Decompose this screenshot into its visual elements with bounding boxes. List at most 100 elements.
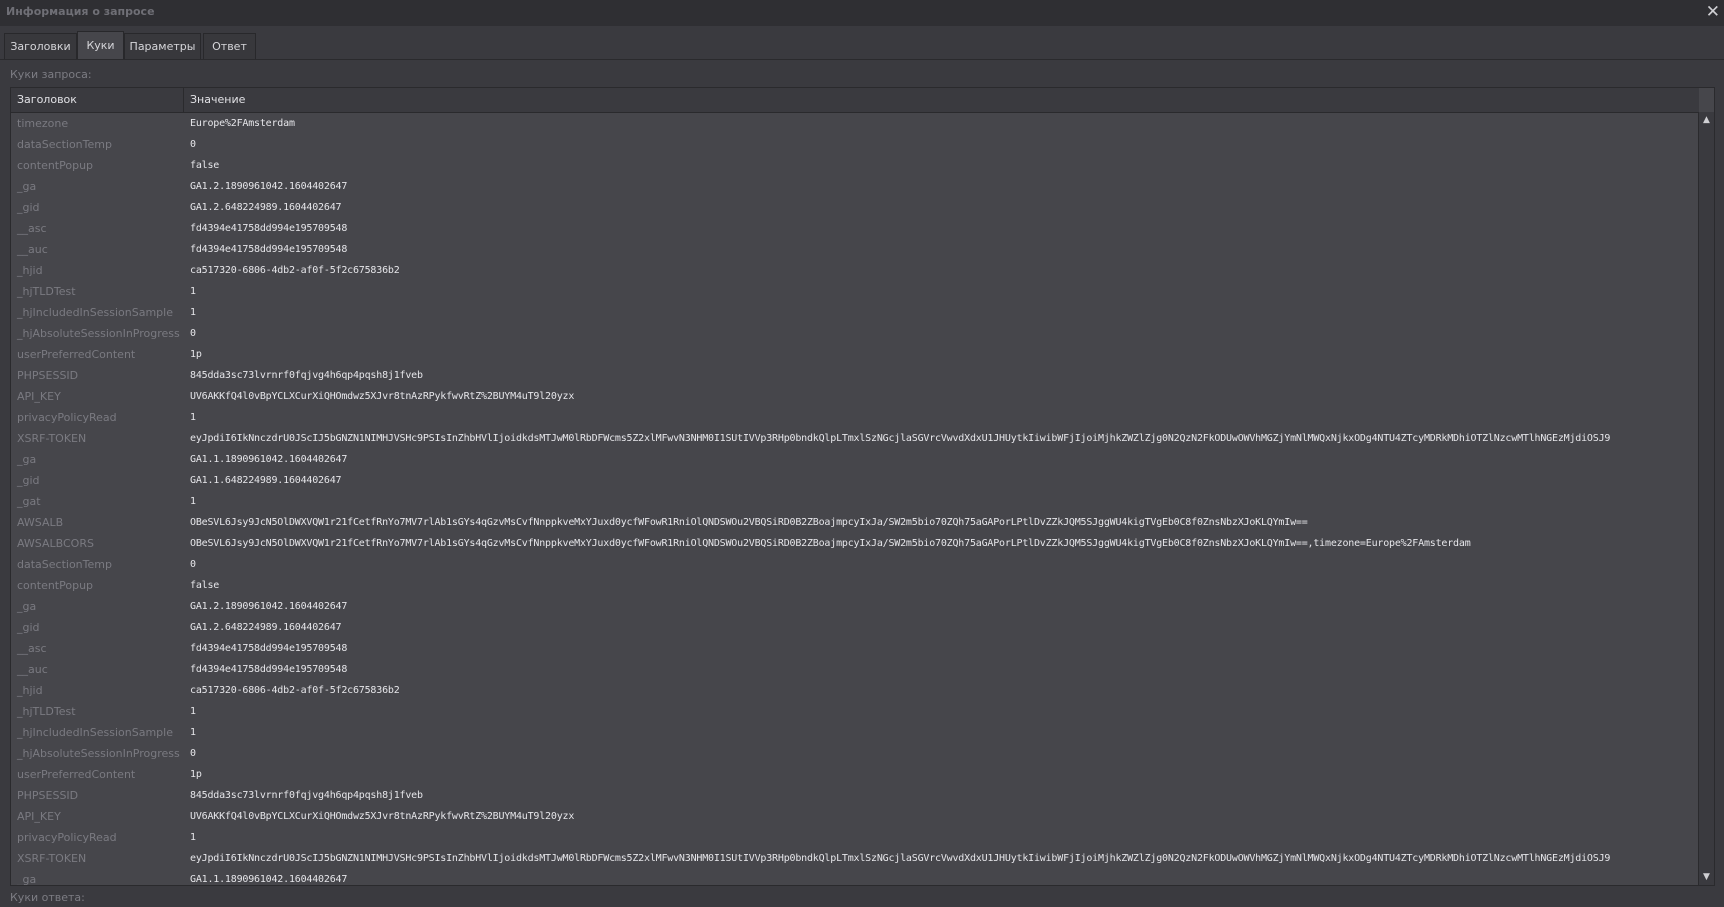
vertical-scrollbar[interactable]: ▲ ▼ xyxy=(1698,112,1714,885)
cookie-value: GA1.1.648224989.1604402647 xyxy=(190,475,342,486)
table-row[interactable]: AWSALBCORS OBeSVL6Jsy9JcN5OlDWXVQW1r21fCe… xyxy=(11,533,1699,554)
cookie-name: _ga xyxy=(17,180,37,193)
table-row[interactable]: _hjIncludedInSessionSample 1 xyxy=(11,302,1699,323)
cookie-name: _hjIncludedInSessionSample xyxy=(17,726,173,739)
cookie-name: userPreferredContent xyxy=(17,768,136,781)
cookie-name: contentPopup xyxy=(17,159,94,172)
table-row[interactable]: _gat 1 xyxy=(11,491,1699,512)
table-row[interactable]: timezone Europe%2FAmsterdam xyxy=(11,113,1699,134)
window-title: Информация о запросе xyxy=(6,5,155,18)
tab-response[interactable]: Ответ xyxy=(203,33,256,59)
table-row[interactable]: _gid GA1.2.648224989.1604402647 xyxy=(11,197,1699,218)
table-row[interactable]: userPreferredContent 1p xyxy=(11,344,1699,365)
cookie-value: 1p xyxy=(190,769,202,780)
scrollbar-thumb[interactable] xyxy=(1701,130,1712,830)
cookie-value: GA1.2.648224989.1604402647 xyxy=(190,202,342,213)
table-row[interactable]: _hjTLDTest 1 xyxy=(11,281,1699,302)
cookie-name: _ga xyxy=(17,600,37,613)
cookie-name: _gid xyxy=(17,621,40,634)
table-row[interactable]: dataSectionTemp 0 xyxy=(11,554,1699,575)
cookie-value: 1 xyxy=(190,727,196,738)
table-row[interactable]: API_KEY UV6AKKfQ4l0vBpYCLXCurXiQHOmdwz5XJ… xyxy=(11,386,1699,407)
cookie-name: timezone xyxy=(17,117,69,130)
table-row[interactable]: XSRF-TOKEN eyJpdiI6IkNnczdrU0JScIJ5bGNZN1… xyxy=(11,428,1699,449)
cookie-name: contentPopup xyxy=(17,579,94,592)
cookie-value: GA1.2.1890961042.1604402647 xyxy=(190,181,348,192)
cookie-value: OBeSVL6Jsy9JcN5OlDWXVQW1r21fCetfRnYo7MV7… xyxy=(190,517,1308,528)
cookie-name: __auc xyxy=(17,663,48,676)
table-row[interactable]: _ga GA1.1.1890961042.1604402647 xyxy=(11,449,1699,470)
cookie-value: 1 xyxy=(190,832,196,843)
close-icon[interactable]: ✕ xyxy=(1706,2,1720,22)
table-row[interactable]: PHPSESSID 845dda3sc73lvrnrf0fqjvg4h6qp4pq… xyxy=(11,365,1699,386)
cookie-name: dataSectionTemp xyxy=(17,138,112,151)
table-row[interactable]: _hjAbsoluteSessionInProgress 0 xyxy=(11,743,1699,764)
response-cookies-label: Куки ответа: xyxy=(10,891,85,904)
cookie-value: 0 xyxy=(190,328,196,339)
table-row[interactable]: _gid GA1.2.648224989.1604402647 xyxy=(11,617,1699,638)
table-row[interactable]: _hjTLDTest 1 xyxy=(11,701,1699,722)
table-row[interactable]: PHPSESSID 845dda3sc73lvrnrf0fqjvg4h6qp4pq… xyxy=(11,785,1699,806)
table-row[interactable]: _gid GA1.1.648224989.1604402647 xyxy=(11,470,1699,491)
cookie-value: 845dda3sc73lvrnrf0fqjvg4h6qp4pqsh8j1fveb xyxy=(190,790,423,801)
table-header: Заголовок Значение xyxy=(11,88,1699,113)
table-row[interactable]: __asc fd4394e41758dd994e195709548 xyxy=(11,218,1699,239)
cookie-value: GA1.2.1890961042.1604402647 xyxy=(190,601,348,612)
table-row[interactable]: privacyPolicyRead 1 xyxy=(11,827,1699,848)
cookie-value: 0 xyxy=(190,559,196,570)
request-cookies-label: Куки запроса: xyxy=(10,68,92,81)
cookie-value: GA1.1.1890961042.1604402647 xyxy=(190,874,348,885)
column-header-value[interactable]: Значение xyxy=(184,88,245,112)
cookie-name: _gid xyxy=(17,201,40,214)
cookie-name: privacyPolicyRead xyxy=(17,831,117,844)
scroll-down-icon[interactable]: ▼ xyxy=(1699,869,1714,885)
cookie-value: 1p xyxy=(190,349,202,360)
cookie-name: _hjid xyxy=(17,684,43,697)
column-header-name[interactable]: Заголовок xyxy=(11,88,184,112)
table-row[interactable]: API_KEY UV6AKKfQ4l0vBpYCLXCurXiQHOmdwz5XJ… xyxy=(11,806,1699,827)
cookie-name: _ga xyxy=(17,453,37,466)
table-row[interactable]: contentPopup false xyxy=(11,155,1699,176)
table-row[interactable]: privacyPolicyRead 1 xyxy=(11,407,1699,428)
tab-cookies[interactable]: Куки xyxy=(77,31,124,59)
cookie-name: __asc xyxy=(17,642,47,655)
cookie-name: XSRF-TOKEN xyxy=(17,852,87,865)
scroll-up-icon[interactable]: ▲ xyxy=(1699,112,1714,128)
table-row[interactable]: _ga GA1.2.1890961042.1604402647 xyxy=(11,596,1699,617)
cookie-value: Europe%2FAmsterdam xyxy=(190,118,295,129)
cookie-name: _gat xyxy=(17,495,41,508)
table-row[interactable]: __auc fd4394e41758dd994e195709548 xyxy=(11,659,1699,680)
table-row[interactable]: contentPopup false xyxy=(11,575,1699,596)
table-row[interactable]: AWSALB OBeSVL6Jsy9JcN5OlDWXVQW1r21fCetfRn… xyxy=(11,512,1699,533)
cookie-name: _hjid xyxy=(17,264,43,277)
table-row[interactable]: _hjid ca517320-6806-4db2-af0f-5f2c675836b… xyxy=(11,680,1699,701)
cookie-value: OBeSVL6Jsy9JcN5OlDWXVQW1r21fCetfRnYo7MV7… xyxy=(190,538,1471,549)
cookie-value: 1 xyxy=(190,706,196,717)
cookie-value: 1 xyxy=(190,496,196,507)
cookie-name: __auc xyxy=(17,243,48,256)
cookie-value: fd4394e41758dd994e195709548 xyxy=(190,664,348,675)
cookie-name: _hjTLDTest xyxy=(17,285,76,298)
table-row[interactable]: _ga GA1.2.1890961042.1604402647 xyxy=(11,176,1699,197)
cookie-value: 1 xyxy=(190,412,196,423)
table-row[interactable]: userPreferredContent 1p xyxy=(11,764,1699,785)
table-row[interactable]: XSRF-TOKEN eyJpdiI6IkNnczdrU0JScIJ5bGNZN1… xyxy=(11,848,1699,869)
table-row[interactable]: _hjAbsoluteSessionInProgress 0 xyxy=(11,323,1699,344)
table-row[interactable]: _hjIncludedInSessionSample 1 xyxy=(11,722,1699,743)
cookie-value: false xyxy=(190,580,220,591)
table-row[interactable]: _ga GA1.1.1890961042.1604402647 xyxy=(11,869,1699,885)
cookie-value: UV6AKKfQ4l0vBpYCLXCurXiQHOmdwz5XJvr8tnAz… xyxy=(190,391,575,402)
table-row[interactable]: __auc fd4394e41758dd994e195709548 xyxy=(11,239,1699,260)
tab-parameters[interactable]: Параметры xyxy=(124,33,201,59)
table-row[interactable]: _hjid ca517320-6806-4db2-af0f-5f2c675836b… xyxy=(11,260,1699,281)
tab-headers[interactable]: Заголовки xyxy=(4,33,77,59)
table-row[interactable]: __asc fd4394e41758dd994e195709548 xyxy=(11,638,1699,659)
cookies-table: Заголовок Значение timezone Europe%2FAmst… xyxy=(10,87,1715,886)
cookie-name: XSRF-TOKEN xyxy=(17,432,87,445)
cookie-value: false xyxy=(190,160,220,171)
cookie-value: ca517320-6806-4db2-af0f-5f2c675836b2 xyxy=(190,685,400,696)
cookie-name: _hjAbsoluteSessionInProgress xyxy=(17,327,180,340)
cookie-value: GA1.2.648224989.1604402647 xyxy=(190,622,342,633)
table-row[interactable]: dataSectionTemp 0 xyxy=(11,134,1699,155)
cookie-value: GA1.1.1890961042.1604402647 xyxy=(190,454,348,465)
